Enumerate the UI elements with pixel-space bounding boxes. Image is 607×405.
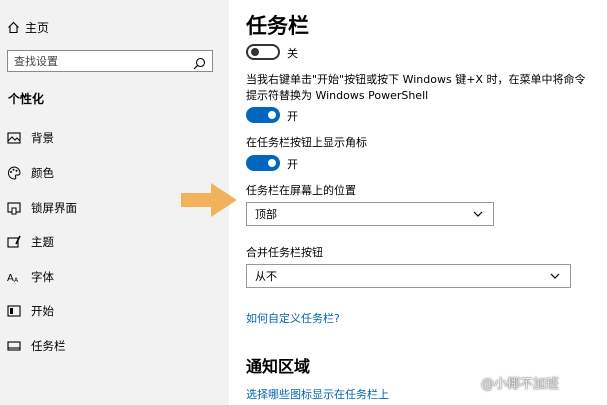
lock-screen-icon bbox=[7, 201, 31, 215]
sidebar-item-label: 主题 bbox=[31, 235, 54, 249]
taskbar-position-dropdown[interactable]: 顶部 bbox=[246, 202, 494, 226]
search-icon[interactable] bbox=[193, 55, 206, 74]
font-icon: AA bbox=[7, 271, 31, 283]
toggle-lock-taskbar[interactable] bbox=[246, 44, 280, 60]
sidebar-item-label: 任务栏 bbox=[31, 339, 66, 353]
notification-area-heading: 通知区域 bbox=[246, 357, 311, 376]
toggle-powershell[interactable] bbox=[246, 107, 280, 123]
search-box[interactable] bbox=[7, 50, 213, 72]
setting-powershell-label: 当我右键单击"开始"按钮或按下 Windows 键+X 时，在菜单中将命令提示符… bbox=[246, 73, 586, 102]
sidebar-item-label: 背景 bbox=[31, 131, 54, 145]
chevron-down-icon bbox=[473, 211, 483, 217]
taskbar-settings-panel: 任务栏 关 当我右键单击"开始"按钮或按下 Windows 键+X 时，在菜单中… bbox=[229, 0, 607, 405]
sidebar-item-taskbar[interactable]: 任务栏 bbox=[7, 336, 66, 356]
select-icons-link[interactable]: 选择哪些图标显示在任务栏上 bbox=[246, 386, 389, 402]
home-label: 主页 bbox=[25, 20, 50, 35]
toggle-badges[interactable] bbox=[246, 155, 280, 171]
theme-brush-icon bbox=[7, 235, 31, 249]
taskbar-icon bbox=[7, 340, 31, 352]
svg-text:A: A bbox=[14, 277, 19, 283]
sidebar-item-label: 锁屏界面 bbox=[31, 201, 77, 215]
start-icon bbox=[7, 305, 31, 317]
section-title: 个性化 bbox=[8, 92, 45, 106]
combine-buttons-dropdown[interactable]: 从不 bbox=[246, 264, 571, 288]
chevron-down-icon bbox=[550, 273, 560, 279]
sidebar-item-label: 字体 bbox=[31, 270, 54, 284]
dropdown-value: 从不 bbox=[255, 270, 277, 283]
image-icon bbox=[7, 132, 31, 144]
search-input[interactable] bbox=[8, 51, 186, 71]
watermark: @小椰不加班 bbox=[481, 377, 560, 392]
svg-text:A: A bbox=[7, 273, 14, 283]
toggle-state-label: 关 bbox=[287, 47, 298, 60]
toggle-state-label: 开 bbox=[287, 158, 298, 171]
customize-taskbar-link[interactable]: 如何自定义任务栏? bbox=[246, 310, 340, 326]
sidebar-item-themes[interactable]: 主题 bbox=[7, 232, 54, 252]
sidebar-item-label: 开始 bbox=[31, 304, 54, 318]
sidebar-item-start[interactable]: 开始 bbox=[7, 301, 54, 321]
dropdown-value: 顶部 bbox=[255, 208, 277, 221]
sidebar-item-fonts[interactable]: AA 字体 bbox=[7, 267, 54, 287]
sidebar-item-label: 颜色 bbox=[31, 166, 54, 180]
taskbar-position-label: 任务栏在屏幕上的位置 bbox=[246, 184, 356, 197]
home-icon bbox=[7, 21, 25, 34]
setting-badges-label: 在任务栏按钮上显示角标 bbox=[246, 136, 367, 149]
combine-buttons-label: 合并任务栏按钮 bbox=[246, 246, 323, 259]
home-nav[interactable]: 主页 bbox=[7, 17, 49, 37]
sidebar-item-lock-screen[interactable]: 锁屏界面 bbox=[7, 198, 77, 218]
page-title: 任务栏 bbox=[246, 14, 309, 38]
sidebar-item-background[interactable]: 背景 bbox=[7, 128, 54, 148]
toggle-state-label: 开 bbox=[287, 110, 298, 123]
palette-icon bbox=[7, 166, 31, 180]
sidebar-item-colors[interactable]: 颜色 bbox=[7, 163, 54, 183]
